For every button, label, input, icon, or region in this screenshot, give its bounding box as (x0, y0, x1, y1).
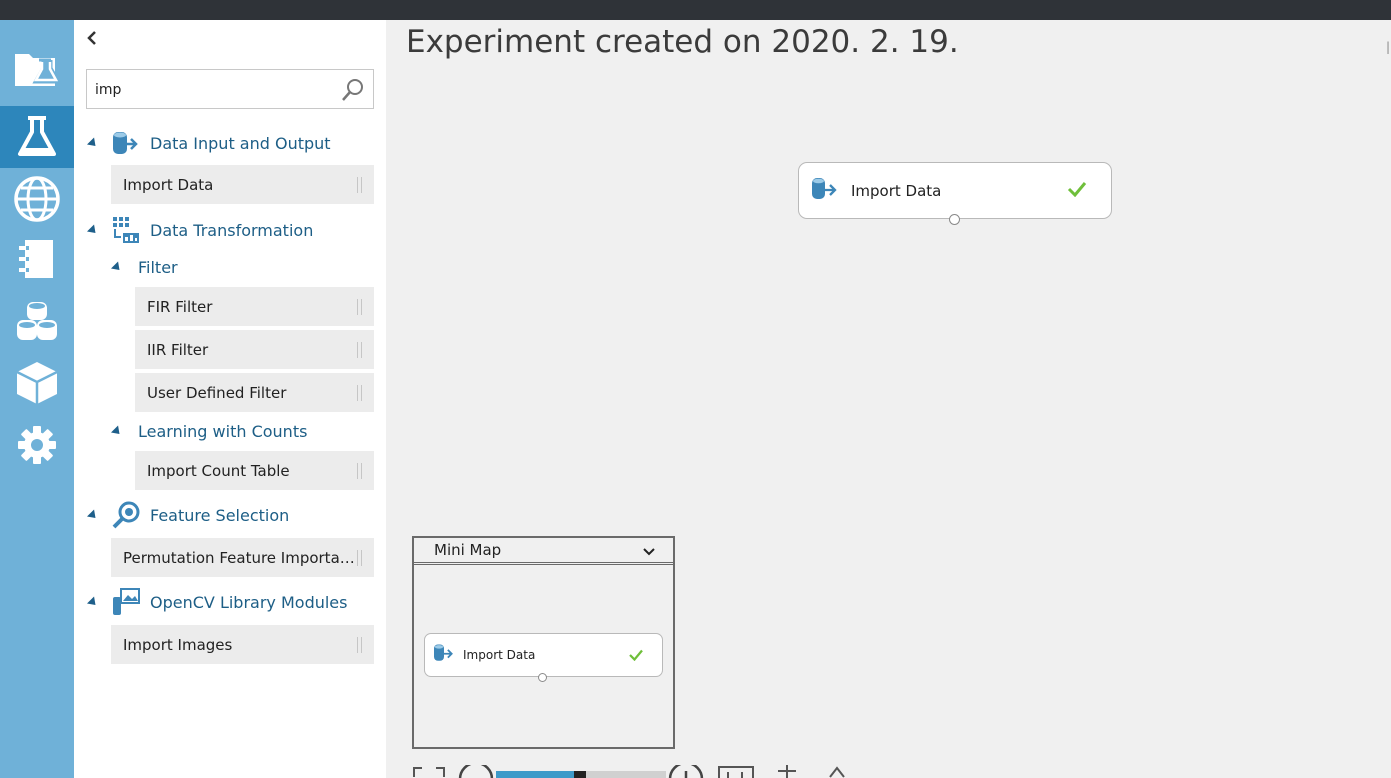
experiment-canvas[interactable]: Experiment created on 2020. 2. 19. | Imp… (386, 20, 1391, 778)
category-label: Filter (138, 258, 178, 277)
properties-edge: | (1386, 40, 1391, 54)
expand-triangle-icon (110, 261, 124, 274)
drag-handle-icon[interactable] (357, 176, 362, 193)
category-label: OpenCV Library Modules (150, 592, 348, 612)
collapse-palette-button[interactable] (86, 28, 98, 52)
drag-handle-icon[interactable] (357, 549, 362, 566)
notebooks-icon (17, 238, 57, 280)
canvas-node-import-data[interactable]: Import Data (798, 162, 1112, 225)
pan-mode-icon[interactable] (822, 764, 852, 778)
select-mode-icon[interactable] (772, 764, 802, 778)
module-import-data[interactable]: Import Data (111, 165, 374, 204)
module-import-images[interactable]: Import Images (111, 625, 374, 664)
output-port[interactable] (949, 214, 960, 225)
drag-handle-icon[interactable] (357, 341, 362, 358)
expand-triangle-icon (86, 595, 100, 609)
module-label: FIR Filter (147, 297, 213, 316)
expand-triangle-icon (110, 425, 124, 438)
opencv-library-icon (110, 587, 142, 617)
nav-datasets[interactable] (0, 290, 74, 352)
category-feature-selection[interactable]: Feature Selection (86, 500, 290, 530)
trained-models-icon (15, 360, 59, 406)
check-icon (1067, 181, 1087, 201)
zoom-slider-fill (496, 771, 574, 778)
category-opencv-library-modules[interactable]: OpenCV Library Modules (86, 587, 348, 617)
actual-size-icon[interactable] (718, 764, 754, 778)
category-label: Data Input and Output (150, 133, 331, 153)
output-port (538, 673, 547, 682)
zoom-slider-thumb[interactable] (574, 771, 586, 778)
module-permutation-feature-importance[interactable]: Permutation Feature Importance (111, 538, 374, 577)
projects-icon (13, 46, 61, 88)
category-label: Feature Selection (150, 505, 290, 525)
nav-settings[interactable] (0, 414, 74, 476)
zoom-out-icon[interactable] (458, 761, 494, 778)
expand-triangle-icon (86, 508, 100, 522)
data-input-output-icon (110, 128, 142, 158)
import-data-icon (811, 176, 839, 206)
drag-handle-icon[interactable] (357, 298, 362, 315)
mini-map-header[interactable]: Mini Map (414, 538, 673, 565)
feature-selection-icon (110, 500, 142, 530)
chevron-down-icon[interactable] (643, 541, 655, 560)
drag-handle-icon[interactable] (357, 636, 362, 653)
web-services-icon (13, 175, 61, 223)
left-nav (0, 20, 74, 778)
module-iir-filter[interactable]: IIR Filter (135, 330, 374, 369)
chevron-left-icon (86, 27, 98, 52)
module-label: Permutation Feature Importance (123, 548, 357, 567)
settings-icon (17, 425, 57, 465)
category-label: Learning with Counts (138, 422, 308, 441)
module-fir-filter[interactable]: FIR Filter (135, 287, 374, 326)
module-label: Import Count Table (147, 461, 290, 480)
node-label: Import Data (463, 648, 536, 662)
module-label: Import Images (123, 635, 233, 654)
zoom-toolbar (412, 761, 862, 778)
datasets-icon (15, 298, 59, 344)
nav-experiments[interactable] (0, 106, 74, 168)
category-data-transformation[interactable]: Data Transformation (86, 215, 314, 245)
expand-triangle-icon (86, 136, 100, 150)
mini-map-node: Import Data (424, 633, 663, 682)
nav-notebooks[interactable] (0, 228, 74, 290)
search-icon[interactable] (341, 78, 365, 106)
check-icon (628, 646, 644, 665)
module-label: Import Data (123, 175, 214, 194)
zoom-slider[interactable] (496, 771, 666, 778)
mini-map[interactable]: Mini Map Import Data (412, 536, 675, 749)
category-label: Data Transformation (150, 220, 314, 240)
nav-web-services[interactable] (0, 168, 74, 230)
module-user-defined-filter[interactable]: User Defined Filter (135, 373, 374, 412)
module-palette: Data Input and Output Import Data Data T… (74, 20, 386, 778)
subcategory-filter[interactable]: Filter (110, 258, 178, 277)
zoom-in-icon[interactable] (668, 761, 704, 778)
search-box (86, 69, 374, 109)
fit-screen-icon[interactable] (412, 764, 446, 778)
experiments-icon (16, 114, 58, 160)
subcategory-learning-with-counts[interactable]: Learning with Counts (110, 422, 308, 441)
module-label: IIR Filter (147, 340, 209, 359)
drag-handle-icon[interactable] (357, 384, 362, 401)
title-bar (0, 0, 1391, 20)
module-import-count-table[interactable]: Import Count Table (135, 451, 374, 490)
experiment-title[interactable]: Experiment created on 2020. 2. 19. (406, 24, 959, 60)
expand-triangle-icon (86, 223, 100, 237)
drag-handle-icon[interactable] (357, 462, 362, 479)
data-transformation-icon (110, 215, 142, 245)
import-data-icon (433, 643, 455, 667)
category-data-input-output[interactable]: Data Input and Output (86, 128, 331, 158)
nav-trained-models[interactable] (0, 352, 74, 414)
module-label: User Defined Filter (147, 383, 287, 402)
search-input[interactable] (95, 80, 335, 100)
nav-projects[interactable] (0, 36, 74, 98)
mini-map-title: Mini Map (434, 541, 502, 559)
node-label: Import Data (851, 181, 942, 200)
